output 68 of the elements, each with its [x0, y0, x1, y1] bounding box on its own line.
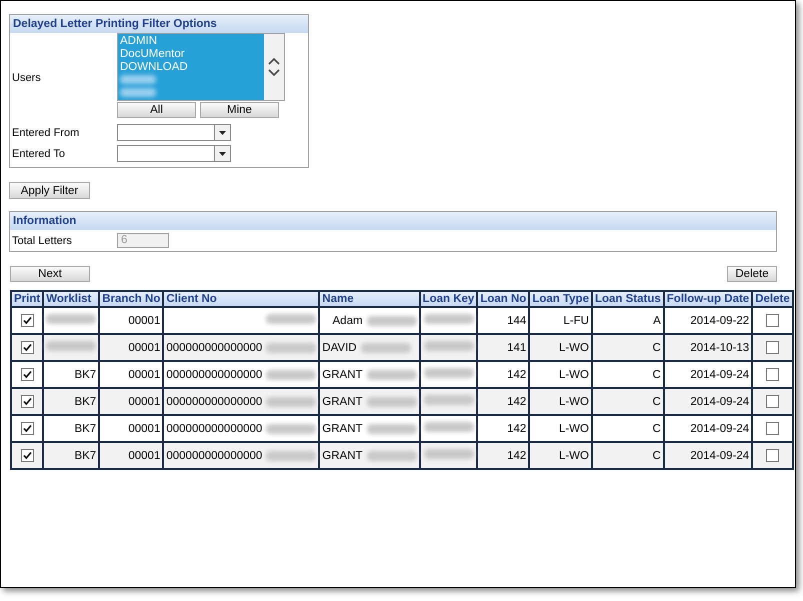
- cell-text: GRANT: [322, 450, 363, 462]
- field-label: Entered From: [12, 126, 80, 138]
- table-cell: 2014-09-24: [664, 442, 752, 469]
- table-cell: 2014-09-24: [664, 388, 752, 415]
- column-header[interactable]: Delete: [752, 291, 793, 307]
- cell-text: 000000000000000: [166, 422, 262, 434]
- table-cell: 00001: [99, 388, 164, 415]
- scroll-up-icon[interactable]: [268, 57, 280, 65]
- column-header[interactable]: Loan Key: [420, 291, 478, 307]
- table-cell: L-WO: [529, 334, 592, 361]
- print-checkbox[interactable]: [20, 368, 34, 381]
- delete-checkbox[interactable]: [766, 449, 779, 462]
- table-cell: 142: [477, 388, 530, 415]
- scroll-down-icon[interactable]: [268, 69, 280, 77]
- delete-checkbox[interactable]: [766, 422, 779, 435]
- table-cell: 00001: [99, 334, 164, 361]
- cell-text: 000000000000000: [166, 450, 262, 462]
- column-header[interactable]: Worklist: [43, 291, 100, 307]
- user-filter-button[interactable]: All: [117, 102, 196, 118]
- delete-checkbox[interactable]: [766, 341, 779, 354]
- panel-title: Delayed Letter Printing Filter Options: [10, 15, 308, 33]
- table-cell: 2014-10-13: [664, 334, 752, 361]
- dropdown-caret-icon[interactable]: [219, 152, 226, 156]
- column-header[interactable]: Print: [11, 291, 44, 307]
- delete-checkbox[interactable]: [766, 314, 779, 327]
- table-cell: L-WO: [529, 442, 592, 469]
- print-checkbox[interactable]: [20, 395, 34, 408]
- table-cell: 141: [477, 334, 530, 361]
- column-header[interactable]: Loan Type: [529, 291, 592, 307]
- column-header[interactable]: Client No: [163, 291, 320, 307]
- column-header[interactable]: Branch No: [99, 291, 164, 307]
- apply-filter-button[interactable]: Apply Filter: [9, 182, 90, 199]
- column-header[interactable]: Name: [319, 291, 420, 307]
- cell-text: GRANT: [322, 422, 363, 434]
- user-filter-button[interactable]: Mine: [200, 102, 279, 118]
- cell-text: 000000000000000: [166, 396, 262, 408]
- table-cell: 00001: [99, 442, 164, 469]
- table-cell: C: [592, 442, 664, 469]
- column-header[interactable]: Loan Status: [592, 291, 664, 307]
- field-label: Total Letters: [12, 234, 73, 246]
- cell-text: 000000000000000: [166, 368, 262, 380]
- panel-title: Information: [10, 212, 776, 230]
- print-checkbox[interactable]: [20, 449, 34, 462]
- print-checkbox[interactable]: [20, 314, 34, 327]
- cell-text: BK7: [74, 368, 96, 380]
- table-cell: L-WO: [529, 388, 592, 415]
- table-cell: C: [592, 334, 664, 361]
- cell-text: DAVID: [322, 342, 357, 354]
- delete-button[interactable]: Delete: [727, 266, 777, 282]
- field-label: Entered To: [12, 148, 66, 160]
- table-cell: 142: [477, 442, 530, 469]
- field-label: Users: [12, 72, 42, 84]
- column-header[interactable]: Follow-up Date: [664, 291, 752, 307]
- delete-checkbox[interactable]: [766, 368, 779, 381]
- print-checkbox[interactable]: [20, 341, 34, 354]
- column-header[interactable]: Loan No: [477, 291, 530, 307]
- next-button[interactable]: Next: [10, 266, 90, 282]
- delete-checkbox[interactable]: [766, 395, 779, 408]
- cell-text: BK7: [74, 422, 96, 434]
- cell-text: BK7: [74, 396, 96, 408]
- cell-text: GRANT: [322, 368, 363, 380]
- dropdown-caret-icon[interactable]: [219, 130, 226, 134]
- print-checkbox[interactable]: [20, 422, 34, 435]
- cell-text: BK7: [74, 450, 96, 462]
- table-cell: C: [592, 388, 664, 415]
- cell-text: 000000000000000: [166, 342, 262, 354]
- cell-text: Adam: [332, 314, 363, 326]
- cell-text: GRANT: [322, 396, 363, 408]
